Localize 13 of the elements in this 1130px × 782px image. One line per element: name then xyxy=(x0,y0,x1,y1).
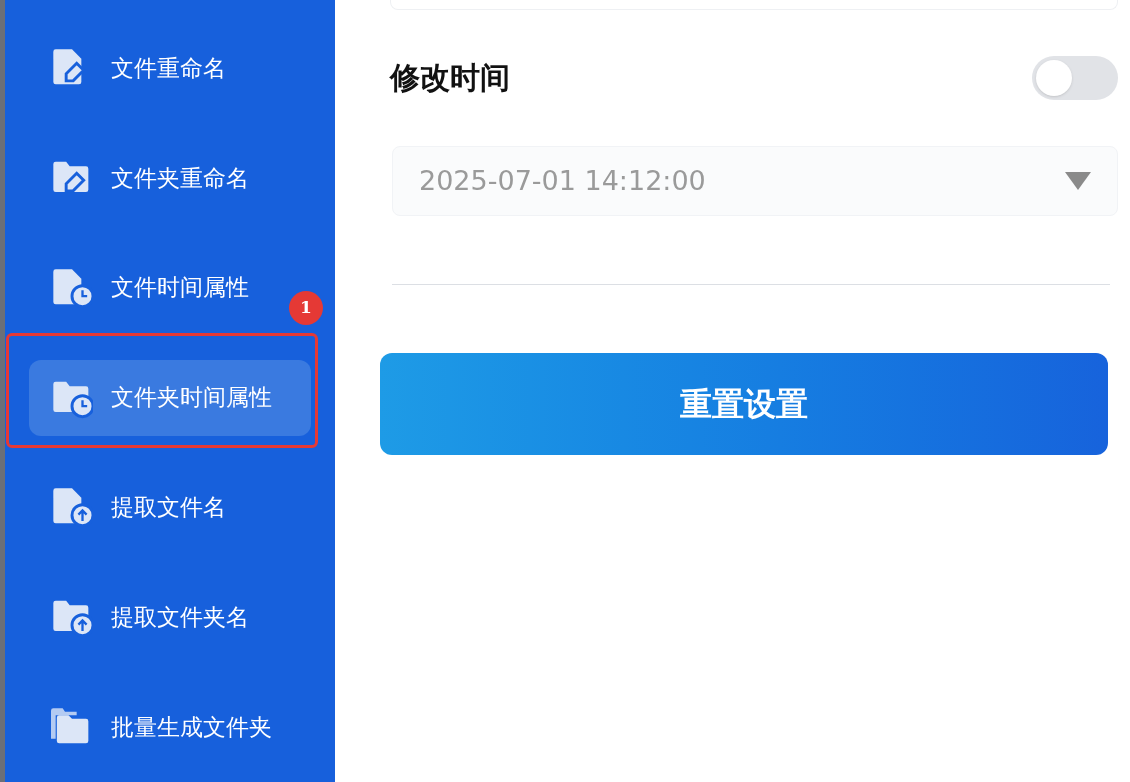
sidebar-item[interactable]: 批量生成文件夹 xyxy=(29,689,276,766)
toggle-switch[interactable] xyxy=(1032,55,1118,100)
reset-button[interactable]: 重置设置 xyxy=(380,353,1108,455)
section-label: 修改时间 xyxy=(390,59,510,97)
sidebar-item[interactable]: 提取文件名 xyxy=(29,469,230,546)
sidebar-item[interactable]: 文件时间属性 xyxy=(29,249,253,326)
sidebar-item[interactable]: 文件夹时间属性 xyxy=(29,359,311,436)
step-badge: 1 xyxy=(289,290,323,325)
sidebar-item[interactable]: 提取文件夹名 xyxy=(29,579,253,656)
sidebar-item[interactable]: 文件夹重命名 xyxy=(29,139,253,216)
caret-icon xyxy=(1065,172,1091,190)
sidebar-item[interactable]: 文件重命名 xyxy=(29,29,230,106)
file-clock-icon xyxy=(51,266,93,309)
